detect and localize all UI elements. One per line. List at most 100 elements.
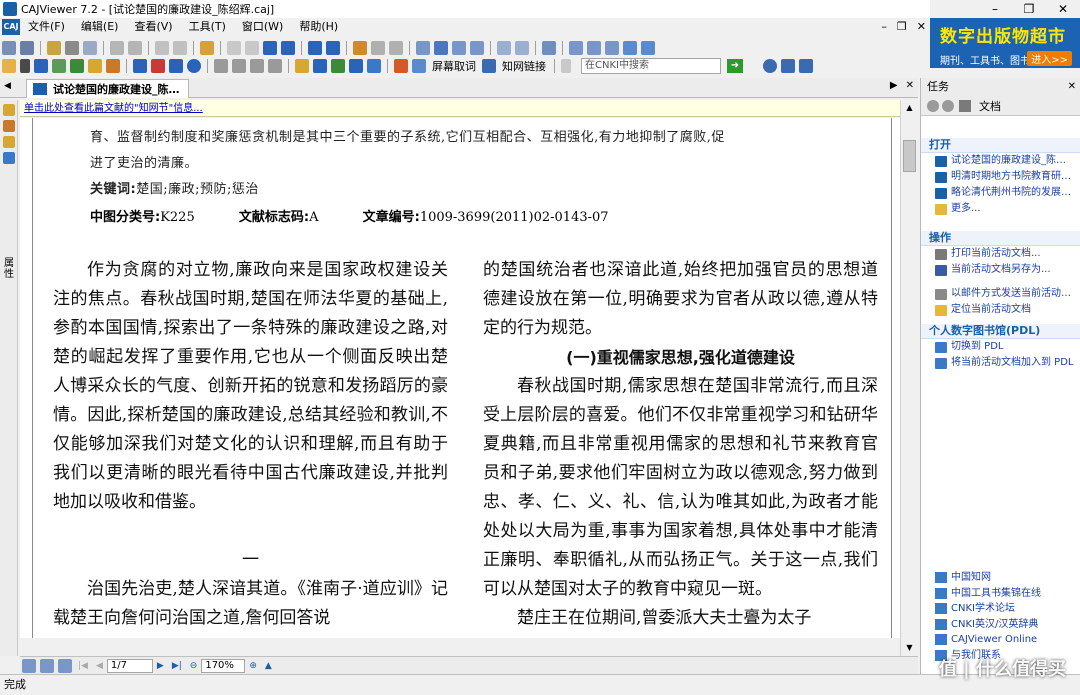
zoom-out-button[interactable]: ⊖ — [190, 661, 198, 671]
find-icon[interactable] — [353, 41, 367, 55]
tab-close-button[interactable]: ✕ — [906, 80, 914, 91]
menu-view[interactable]: 查看(V) — [126, 18, 180, 36]
ad-banner[interactable]: 数字出版物超市 期刊、工具书、图书… 进入>> — [930, 18, 1080, 68]
link-item[interactable]: CNKI学术论坛 — [921, 601, 1080, 617]
forward-icon[interactable] — [326, 41, 340, 55]
next-page-icon[interactable] — [263, 41, 277, 55]
stamp-icon[interactable] — [232, 59, 246, 73]
switch-pdl-item[interactable]: 切换到 PDL — [921, 339, 1080, 355]
grid-view-icon[interactable] — [58, 658, 72, 673]
first-page-icon[interactable] — [227, 41, 241, 55]
tab-scroll-left-button[interactable]: ◀ — [4, 81, 11, 91]
facing-page-icon[interactable] — [452, 41, 466, 55]
open-group-header[interactable]: 打开 — [921, 138, 1080, 153]
highlight-icon[interactable] — [106, 59, 120, 73]
link-item[interactable]: CNKI英汉/汉英辞典 — [921, 617, 1080, 633]
paste-icon[interactable] — [128, 41, 142, 55]
attach-icon[interactable] — [268, 59, 282, 73]
minimize-button[interactable]: – — [978, 0, 1012, 18]
help-icon[interactable] — [763, 59, 777, 73]
list-view-icon[interactable] — [40, 658, 54, 673]
pencil-icon[interactable] — [3, 120, 15, 132]
knowledge-node-link[interactable]: 单击此处查看此篇文献的"知网节"信息... — [20, 100, 918, 117]
recent-doc-item[interactable]: 试论楚国的廉政建设_陈… — [921, 153, 1080, 169]
fit-width-icon[interactable] — [569, 41, 583, 55]
screen-capture-word-button[interactable]: 屏幕取词 — [432, 58, 476, 74]
open-icon[interactable] — [2, 41, 16, 55]
add-to-pdl-item[interactable]: 将当前活动文档加入到 PDL — [921, 355, 1080, 371]
scroll-down-arrow-icon[interactable]: ▼ — [901, 640, 918, 656]
link-item[interactable]: 中国知网 — [921, 570, 1080, 586]
recent-doc-item[interactable]: 明清时期地方书院教育研… — [921, 169, 1080, 185]
open-folder-icon[interactable] — [47, 41, 61, 55]
last-page-icon[interactable] — [281, 41, 295, 55]
prev-page-icon[interactable] — [245, 41, 259, 55]
task-panel-icon[interactable] — [799, 59, 813, 73]
prev-page-button[interactable]: ◀ — [96, 661, 103, 671]
menu-window[interactable]: 窗口(W) — [234, 18, 291, 36]
link-icon[interactable] — [250, 59, 264, 73]
vertical-scrollbar[interactable]: ▲ ▼ — [900, 100, 918, 656]
rectangle-icon[interactable] — [169, 59, 183, 73]
bookmark-icon[interactable] — [295, 59, 309, 73]
cnki-link-button[interactable]: 知网链接 — [502, 58, 546, 74]
scroll-thumb[interactable] — [903, 140, 916, 172]
cnki-search-input[interactable]: 在CNKI中搜索 — [581, 58, 721, 74]
up-arrow-icon[interactable]: ▲ — [265, 661, 272, 671]
thumb-view-icon[interactable] — [22, 658, 36, 673]
email-doc-item[interactable]: 以邮件方式发送当前活动… — [921, 286, 1080, 302]
document-view[interactable]: 育、监督制约制度和奖廉惩贪机制是其中三个重要的子系统,它们互相配合、互相强化,有… — [20, 118, 900, 638]
undo-icon[interactable] — [155, 41, 169, 55]
outline-icon[interactable] — [3, 136, 15, 148]
close-button[interactable]: ✕ — [1046, 0, 1080, 18]
page-number-input[interactable]: 1/7 — [106, 658, 153, 673]
zoom-out-icon[interactable] — [623, 41, 637, 55]
actual-size-icon[interactable] — [605, 41, 619, 55]
pdl-group-header[interactable]: 个人数字图书馆(PDL) — [921, 324, 1080, 339]
pen-icon[interactable] — [133, 59, 147, 73]
rotate-icon[interactable] — [497, 41, 511, 55]
operations-group-header[interactable]: 操作 — [921, 231, 1080, 246]
back-icon[interactable] — [308, 41, 322, 55]
task-panel-close-button[interactable]: ✕ — [1068, 78, 1076, 96]
settings-icon[interactable] — [200, 41, 214, 55]
print-doc-item[interactable]: 打印当前活动文档... — [921, 246, 1080, 262]
pages-icon[interactable] — [3, 152, 15, 164]
annotation-icon[interactable] — [3, 104, 15, 116]
forward-circle-icon[interactable] — [942, 99, 954, 112]
image-select-icon[interactable] — [52, 59, 66, 73]
ocr-icon[interactable] — [88, 59, 102, 73]
restore-button[interactable]: ❐ — [1012, 0, 1046, 18]
about-icon[interactable] — [781, 59, 795, 73]
back-circle-icon[interactable] — [927, 99, 939, 112]
find-prev-icon[interactable] — [371, 41, 385, 55]
save-as-item[interactable]: 当前活动文档另存为... — [921, 262, 1080, 278]
translate-icon[interactable] — [367, 59, 381, 73]
cnki-link-icon[interactable] — [482, 59, 496, 73]
zoom-in-icon[interactable] — [641, 41, 655, 55]
print-preview-icon[interactable] — [83, 41, 97, 55]
continuous-facing-icon[interactable] — [470, 41, 484, 55]
print-icon[interactable] — [65, 41, 79, 55]
menu-help[interactable]: 帮助(H) — [291, 18, 346, 36]
find-next-icon[interactable] — [389, 41, 403, 55]
more-docs-item[interactable]: 更多... — [921, 201, 1080, 217]
font-icon[interactable] — [313, 59, 327, 73]
menu-file[interactable]: 文件(F) — [20, 18, 73, 36]
menu-tools[interactable]: 工具(T) — [181, 18, 234, 36]
doc-logo-icon[interactable]: CAJ — [2, 19, 20, 35]
link-item[interactable]: CAJViewer Online — [921, 632, 1080, 648]
scroll-up-arrow-icon[interactable]: ▲ — [901, 100, 918, 116]
task-panel-section-select[interactable]: 文档 — [979, 98, 1001, 114]
zoom-in-button[interactable]: ⊕ — [249, 661, 257, 671]
tab-scroll-right-button[interactable]: ▶ — [890, 80, 898, 91]
redo-icon[interactable] — [173, 41, 187, 55]
note-icon[interactable] — [214, 59, 228, 73]
menu-edit[interactable]: 编辑(E) — [73, 18, 127, 36]
continuous-page-icon[interactable] — [434, 41, 448, 55]
ellipse-icon[interactable] — [187, 59, 201, 73]
mdi-close-button[interactable]: ✕ — [917, 18, 926, 36]
tag-icon[interactable] — [331, 59, 345, 73]
recent-doc-item[interactable]: 略论清代荆州书院的发展… — [921, 185, 1080, 201]
tab-document[interactable]: 试论楚国的廉政建设_陈… — [26, 79, 189, 98]
